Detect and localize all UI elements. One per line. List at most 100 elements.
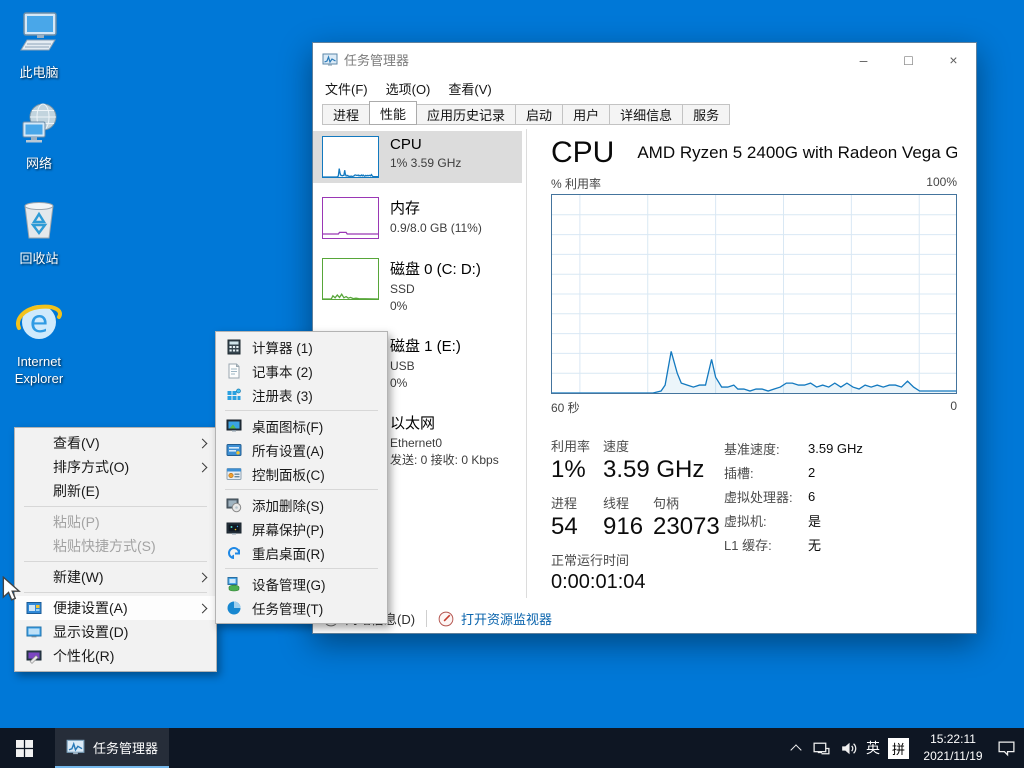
submenu-item-label: 桌面图标(F) [252,416,387,436]
open-resource-monitor-link[interactable]: 打开资源监视器 [461,609,552,628]
desktop-background[interactable]: 此电脑 网络 回收站 e Internet Explorer [0,0,1024,768]
cpu-history-chart[interactable] [551,194,957,394]
sidebar-disk1-title: 磁盘 1 (E:) [390,335,461,356]
desktop-icon-this-pc[interactable]: 此电脑 [0,10,78,82]
performance-pane: CPU 1% 3.59 GHz 内存 0.9/8.0 GB (11%) 磁盘 0… [313,125,976,602]
recycle-bin-icon [15,196,63,244]
context-item-refresh[interactable]: 刷新(E) [15,479,216,503]
speed-value: 3.59 GHz [603,456,704,484]
sidebar-disk0-usage: 0% [390,298,481,315]
desktop-icon-label: Internet Explorer [0,354,78,388]
submenu-item-device-manager[interactable]: 设备管理(G) [216,572,387,596]
context-item-view[interactable]: 查看(V) [15,431,216,455]
taskbar-clock[interactable]: 15:22:11 2021/11/19 [917,731,989,766]
taskbar: 任务管理器 英 拼 15:22:11 2021/11/19 [0,728,1024,768]
l1-cache-value: 无 [808,535,821,554]
personalize-icon [26,648,42,664]
cpu-mini-chart [322,136,379,178]
restart-desktop-icon [226,545,242,561]
submenu-item-desktop-icons[interactable]: 桌面图标(F) [216,414,387,438]
menu-bar: 文件(F) 选项(O) 查看(V) [313,76,976,101]
close-button[interactable]: × [931,43,976,76]
processes-value: 54 [551,513,603,541]
processes-label: 进程 [551,493,603,512]
resource-monitor-icon [438,611,454,627]
submenu-item-label: 所有设置(A) [252,440,387,460]
submenu-item-restart-desktop[interactable]: 重启桌面(R) [216,541,387,565]
tab-startup[interactable]: 启动 [515,104,563,125]
menu-view[interactable]: 查看(V) [439,76,500,101]
chevron-right-icon [198,462,208,472]
base-speed-label: 基准速度: [724,439,808,458]
maximize-button[interactable]: □ [886,43,931,76]
menu-options[interactable]: 选项(O) [377,76,440,101]
mouse-cursor [0,576,22,602]
quick-settings-icon [26,600,42,616]
submenu-item-task-manager[interactable]: 任务管理(T) [216,596,387,620]
all-settings-icon [226,442,242,458]
context-item-display-settings[interactable]: 显示设置(D) [15,620,216,644]
submenu-item-control-panel[interactable]: 控制面板(C) [216,462,387,486]
desktop-icon-label: 此电脑 [0,65,78,82]
tab-services[interactable]: 服务 [682,104,730,125]
submenu-item-notepad[interactable]: 记事本 (2) [216,359,387,383]
threads-value: 916 [603,513,653,541]
handles-value: 23073 [653,513,720,541]
tab-performance[interactable]: 性能 [369,101,417,125]
threads-label: 线程 [603,493,653,512]
tray-chevron-up-icon[interactable] [790,744,801,755]
context-item-personalize[interactable]: 个性化(R) [15,644,216,668]
submenu-item-registry[interactable]: 注册表 (3) [216,383,387,407]
taskbar-button-task-manager[interactable]: 任务管理器 [55,728,169,768]
ime-language-indicator[interactable]: 英 [866,738,880,758]
context-item-new[interactable]: 新建(W) [15,565,216,589]
menu-file[interactable]: 文件(F) [316,76,377,101]
title-bar[interactable]: 任务管理器 – □ × [313,43,976,76]
cpu-detail-panel: CPU AMD Ryzen 5 2400G with Radeon Vega G… [551,125,957,602]
start-button[interactable] [0,728,48,768]
desktop-icon-internet-explorer[interactable]: e Internet Explorer [0,295,78,388]
chevron-right-icon [198,438,208,448]
control-panel-icon [226,466,242,482]
ime-mode-indicator[interactable]: 拼 [888,738,909,759]
tab-app-history[interactable]: 应用历史记录 [416,104,516,125]
windows-logo-icon [16,740,33,757]
sidebar-item-memory[interactable]: 内存 0.9/8.0 GB (11%) [313,192,522,244]
desktop-icon-recycle-bin[interactable]: 回收站 [0,196,78,268]
utilization-label: 利用率 [551,436,603,455]
status-divider [426,610,427,627]
submenu-item-calculator[interactable]: 计算器 (1) [216,335,387,359]
sidebar-disk0-title: 磁盘 0 (C: D:) [390,258,481,279]
sidebar-memory-title: 内存 [390,197,482,218]
volume-icon[interactable] [839,739,858,758]
network-tray-icon[interactable] [812,739,831,758]
tab-users[interactable]: 用户 [562,104,610,125]
utilization-value: 1% [551,456,603,484]
this-pc-icon [15,10,63,58]
sidebar-ethernet-title: 以太网 [390,412,499,433]
panel-title: CPU [551,136,614,170]
sidebar-item-disk0[interactable]: 磁盘 0 (C: D:) SSD 0% [313,253,522,321]
screensaver-icon [226,521,242,537]
tab-processes[interactable]: 进程 [322,104,370,125]
menu-separator [24,592,207,593]
context-item-quick-settings[interactable]: 便捷设置(A) [15,596,216,620]
context-item-sort-by[interactable]: 排序方式(O) [15,455,216,479]
submenu-item-label: 设备管理(G) [252,574,387,594]
minimize-button[interactable]: – [841,43,886,76]
submenu-item-screensaver[interactable]: 屏幕保护(P) [216,517,387,541]
sidebar-cpu-title: CPU [390,136,461,153]
network-icon [15,101,63,149]
submenu-item-all-settings[interactable]: 所有设置(A) [216,438,387,462]
cpu-model-name: AMD Ryzen 5 2400G with Radeon Vega G... [637,143,957,163]
disk0-mini-chart [322,258,379,300]
context-item-label: 粘贴快捷方式(S) [53,536,216,556]
context-item-label: 查看(V) [53,433,199,453]
action-center-icon[interactable] [997,739,1016,758]
submenu-item-label: 任务管理(T) [252,598,387,618]
submenu-item-label: 添加删除(S) [252,495,387,515]
tab-details[interactable]: 详细信息 [609,104,683,125]
submenu-item-add-remove[interactable]: 添加删除(S) [216,493,387,517]
sidebar-item-cpu[interactable]: CPU 1% 3.59 GHz [313,131,522,183]
desktop-icon-network[interactable]: 网络 [0,101,78,173]
